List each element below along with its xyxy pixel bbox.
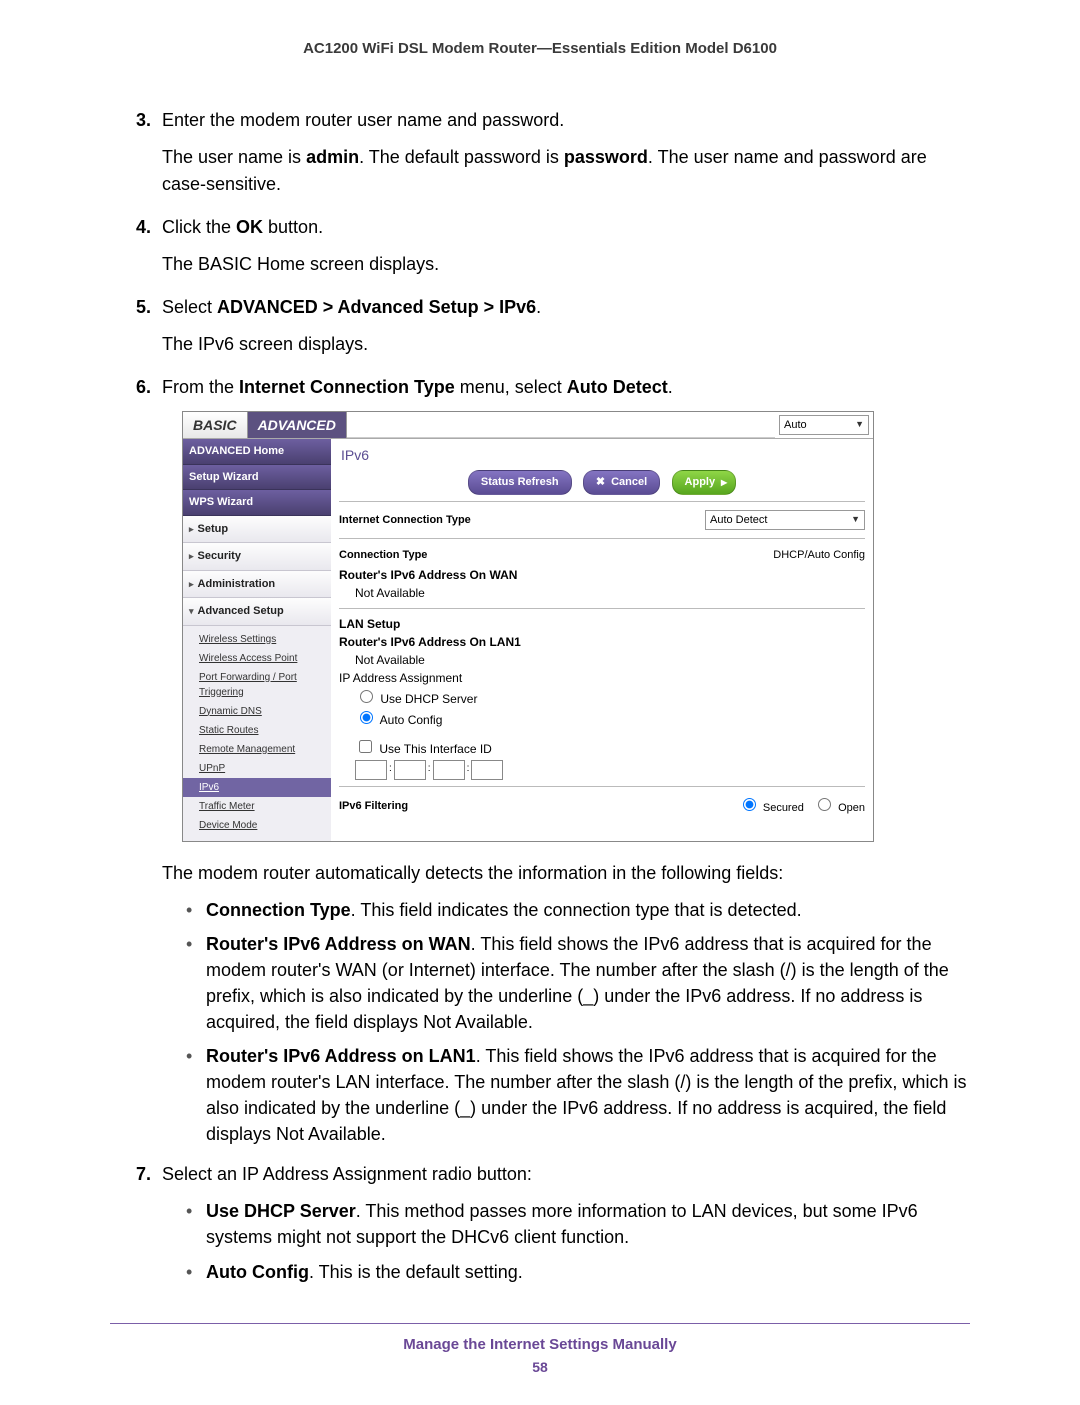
step-5-line2: The IPv6 screen displays. xyxy=(162,331,970,358)
router-screenshot: BASIC ADVANCED Auto ▼ ADVANCED Home Setu… xyxy=(182,411,874,842)
status-refresh-button[interactable]: Status Refresh xyxy=(468,470,572,495)
radio-use-dhcp[interactable] xyxy=(360,690,373,703)
interface-id-inputs: ::: xyxy=(339,760,865,781)
step-5: 5. Select ADVANCED > Advanced Setup > IP… xyxy=(136,294,970,368)
nav-dynamic-dns[interactable]: Dynamic DNS xyxy=(199,702,331,721)
nav-setup-wizard[interactable]: Setup Wizard xyxy=(183,465,331,491)
step-6-num: 6. xyxy=(136,374,162,1155)
radio-secured[interactable] xyxy=(743,798,756,811)
nav-ipv6[interactable]: IPv6 xyxy=(183,778,331,797)
wan-addr-label: Router's IPv6 Address On WAN xyxy=(339,566,865,584)
lan1-addr-value: Not Available xyxy=(339,651,865,669)
radio-auto-config-label: Auto Config xyxy=(380,713,443,727)
checkbox-use-interface-id-label: Use This Interface ID xyxy=(379,742,492,756)
step-3-line1: Enter the modem router user name and pas… xyxy=(162,107,970,134)
radio-use-dhcp-label: Use DHCP Server xyxy=(380,692,477,706)
step-5-num: 5. xyxy=(136,294,162,368)
nav-port-forwarding[interactable]: Port Forwarding / Port Triggering xyxy=(199,668,331,702)
language-select[interactable]: Auto ▼ xyxy=(779,415,869,436)
step-4-line2: The BASIC Home screen displays. xyxy=(162,251,970,278)
step-3-line2: The user name is admin. The default pass… xyxy=(162,144,970,198)
nav-static-routes[interactable]: Static Routes xyxy=(199,721,331,740)
ict-label: Internet Connection Type xyxy=(339,512,471,529)
bullet-lan-addr: • Router's IPv6 Address on LAN1. This fi… xyxy=(186,1043,970,1147)
nav-advanced-setup[interactable]: Advanced Setup xyxy=(183,598,331,626)
step-3-num: 3. xyxy=(136,107,162,208)
doc-header: AC1200 WiFi DSL Modem Router—Essentials … xyxy=(110,40,970,57)
checkbox-use-interface-id[interactable] xyxy=(359,740,372,753)
bullet-auto-config: • Auto Config. This is the default setti… xyxy=(186,1259,970,1285)
tab-advanced[interactable]: ADVANCED xyxy=(248,412,347,438)
caret-down-icon: ▼ xyxy=(851,513,860,527)
nav-wireless-settings[interactable]: Wireless Settings xyxy=(199,630,331,649)
step-7: 7. Select an IP Address Assignment radio… xyxy=(136,1161,970,1292)
nav-remote-management[interactable]: Remote Management xyxy=(199,740,331,759)
sidebar: ADVANCED Home Setup Wizard WPS Wizard Se… xyxy=(183,439,331,841)
step-4: 4. Click the OK button. The BASIC Home s… xyxy=(136,214,970,288)
footer-separator xyxy=(110,1323,970,1324)
nav-device-mode[interactable]: Device Mode xyxy=(199,816,331,835)
iface-id-1[interactable] xyxy=(355,760,387,780)
radio-open[interactable] xyxy=(818,798,831,811)
nav-wps-wizard[interactable]: WPS Wizard xyxy=(183,490,331,516)
step-4-num: 4. xyxy=(136,214,162,288)
step-4-line1: Click the OK button. xyxy=(162,214,970,241)
ip-assignment-label: IP Address Assignment xyxy=(339,669,865,687)
nav-wireless-ap[interactable]: Wireless Access Point xyxy=(199,649,331,668)
iface-id-3[interactable] xyxy=(433,760,465,780)
ipv6-filtering-label: IPv6 Filtering xyxy=(339,798,408,815)
lan1-addr-label: Router's IPv6 Address On LAN1 xyxy=(339,633,865,651)
step-6-line1: From the Internet Connection Type menu, … xyxy=(162,374,970,401)
radio-secured-label: Secured xyxy=(763,802,804,814)
close-icon: ✖ xyxy=(596,476,605,488)
pane-title: IPv6 xyxy=(341,445,865,466)
nav-security[interactable]: Security xyxy=(183,543,331,571)
nav-advanced-home[interactable]: ADVANCED Home xyxy=(183,439,331,465)
caret-down-icon: ▼ xyxy=(855,418,864,432)
lan-setup-label: LAN Setup xyxy=(339,615,865,633)
footer-section: Manage the Internet Settings Manually xyxy=(110,1336,970,1353)
step-7-line1: Select an IP Address Assignment radio bu… xyxy=(162,1161,970,1188)
connection-type-label: Connection Type xyxy=(339,547,427,564)
nav-traffic-meter[interactable]: Traffic Meter xyxy=(199,797,331,816)
ict-select[interactable]: Auto Detect ▼ xyxy=(705,510,865,531)
iface-id-4[interactable] xyxy=(471,760,503,780)
nav-upnp[interactable]: UPnP xyxy=(199,759,331,778)
main-pane: IPv6 Status Refresh ✖Cancel Apply▶ Inter… xyxy=(331,439,873,841)
bullet-use-dhcp: • Use DHCP Server. This method passes mo… xyxy=(186,1198,970,1250)
footer-page-number: 58 xyxy=(110,1359,970,1375)
apply-button[interactable]: Apply▶ xyxy=(672,470,737,495)
connection-type-value: DHCP/Auto Config xyxy=(773,547,865,564)
tab-basic[interactable]: BASIC xyxy=(183,412,248,438)
nav-setup[interactable]: Setup xyxy=(183,516,331,544)
bullet-wan-addr: • Router's IPv6 Address on WAN. This fie… xyxy=(186,931,970,1035)
step-5-line1: Select ADVANCED > Advanced Setup > IPv6. xyxy=(162,294,970,321)
wan-addr-value: Not Available xyxy=(339,584,865,602)
nav-administration[interactable]: Administration xyxy=(183,571,331,599)
step-7-num: 7. xyxy=(136,1161,162,1292)
bullet-connection-type: • Connection Type. This field indicates … xyxy=(186,897,970,923)
cancel-button[interactable]: ✖Cancel xyxy=(583,470,660,495)
iface-id-2[interactable] xyxy=(394,760,426,780)
step-6: 6. From the Internet Connection Type men… xyxy=(136,374,970,1155)
play-icon: ▶ xyxy=(721,477,727,489)
step-3: 3. Enter the modem router user name and … xyxy=(136,107,970,208)
radio-open-label: Open xyxy=(838,802,865,814)
radio-auto-config[interactable] xyxy=(360,711,373,724)
step-6-after: The modem router automatically detects t… xyxy=(162,860,970,887)
